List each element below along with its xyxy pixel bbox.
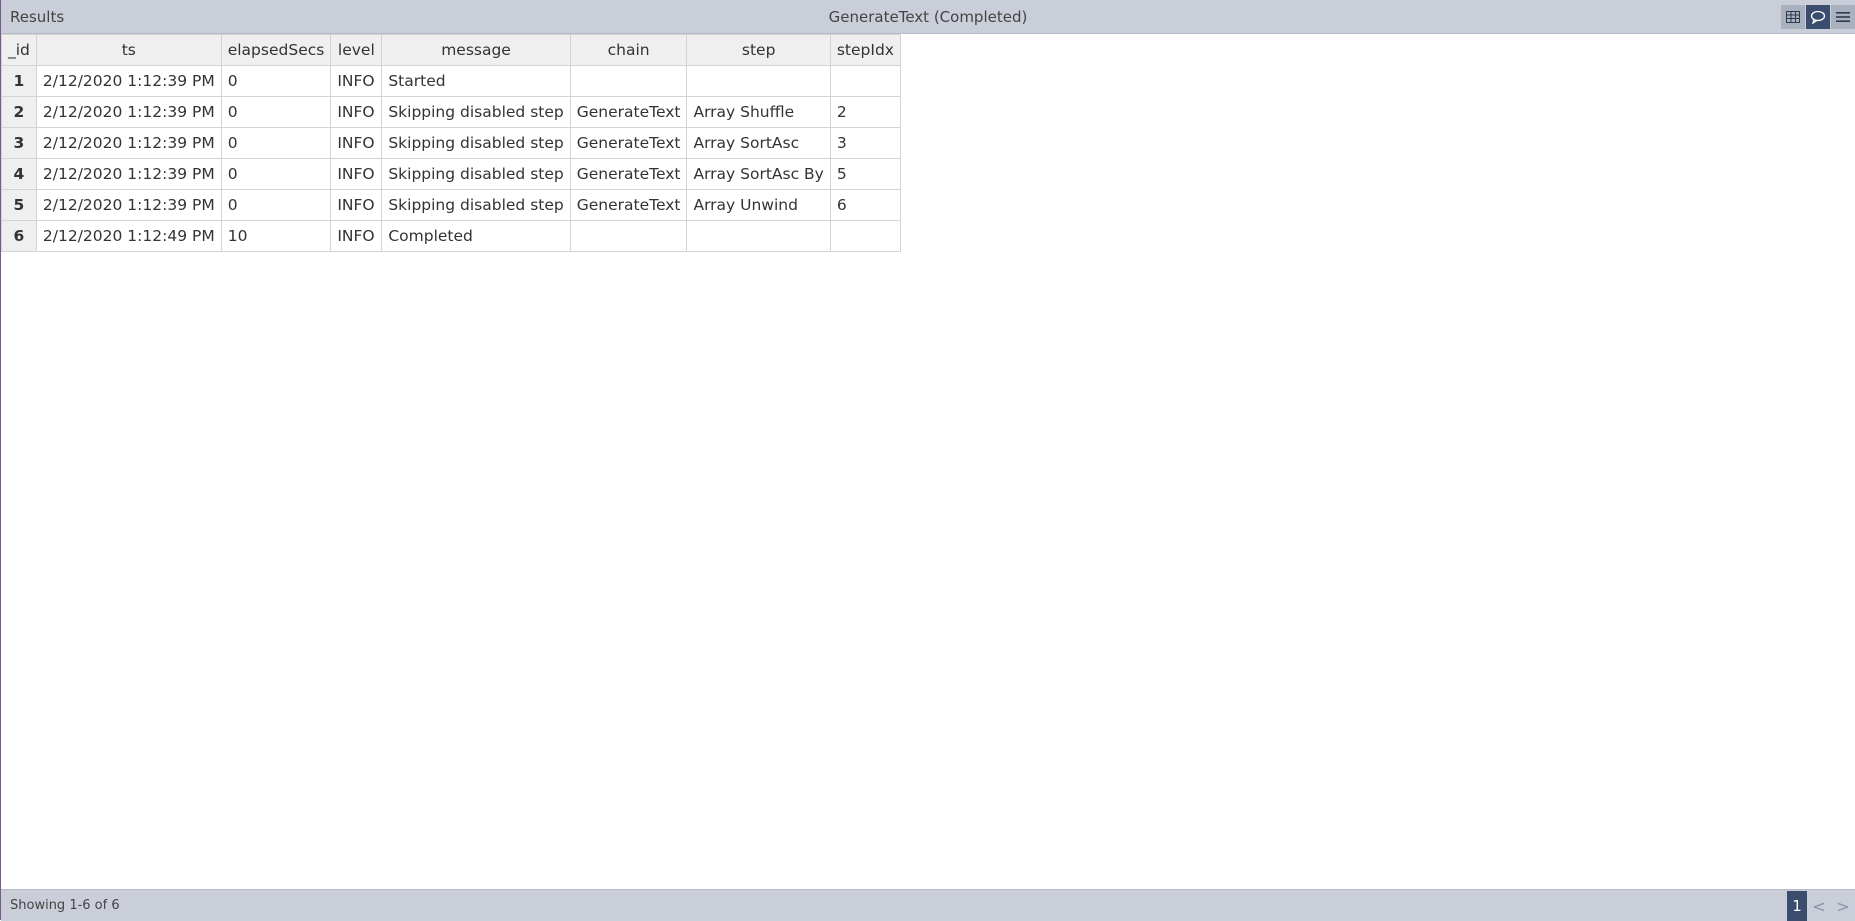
row-id-cell: 6 xyxy=(1,220,37,252)
row-id-cell: 2 xyxy=(1,96,37,128)
chain-cell xyxy=(569,65,688,97)
step-idx-cell xyxy=(829,65,901,97)
message-cell: Skipping disabled step xyxy=(381,158,571,190)
run-status-title: GenerateText (Completed) xyxy=(828,8,1028,26)
row-id-cell: 5 xyxy=(1,189,37,221)
column-header-level[interactable]: level xyxy=(330,34,383,66)
ts-cell: 2/12/2020 1:12:39 PM xyxy=(35,96,222,128)
level-cell: INFO xyxy=(330,65,383,97)
step-idx-cell: 3 xyxy=(829,127,901,159)
pagination: 1 < > xyxy=(1787,891,1855,921)
row-count-status: Showing 1-6 of 6 xyxy=(10,898,120,913)
message-cell: Started xyxy=(381,65,571,97)
chat-bubble-icon[interactable] xyxy=(1806,5,1830,29)
ts-cell: 2/12/2020 1:12:39 PM xyxy=(35,189,222,221)
column-header-step-idx[interactable]: stepIdx xyxy=(829,34,901,66)
table-row[interactable]: 6 2/12/2020 1:12:49 PM 10 INFO Completed xyxy=(1,220,901,252)
step-cell xyxy=(686,220,831,252)
chain-cell: GenerateText xyxy=(569,127,688,159)
view-toggle-group xyxy=(1780,5,1855,29)
column-header-message[interactable]: message xyxy=(381,34,571,66)
table-view-icon[interactable] xyxy=(1781,5,1805,29)
elapsed-secs-cell: 0 xyxy=(220,158,332,190)
status-bar: Showing 1-6 of 6 1 < > xyxy=(1,889,1855,921)
message-cell: Skipping disabled step xyxy=(381,189,571,221)
step-cell: Array Shuffle xyxy=(686,96,831,128)
results-table: _id ts elapsedSecs level message chain s… xyxy=(1,34,901,252)
elapsed-secs-cell: 0 xyxy=(220,65,332,97)
step-idx-cell: 2 xyxy=(829,96,901,128)
chain-cell xyxy=(569,220,688,252)
step-idx-cell: 6 xyxy=(829,189,901,221)
message-cell: Skipping disabled step xyxy=(381,96,571,128)
table-row[interactable]: 2 2/12/2020 1:12:39 PM 0 INFO Skipping d… xyxy=(1,96,901,128)
page-button-current[interactable]: 1 xyxy=(1787,891,1807,921)
column-header-elapsed-secs[interactable]: elapsedSecs xyxy=(220,34,332,66)
column-header-step[interactable]: step xyxy=(686,34,831,66)
step-cell: Array SortAsc xyxy=(686,127,831,159)
table-row[interactable]: 5 2/12/2020 1:12:39 PM 0 INFO Skipping d… xyxy=(1,189,901,221)
level-cell: INFO xyxy=(330,96,383,128)
chain-cell: GenerateText xyxy=(569,96,688,128)
elapsed-secs-cell: 0 xyxy=(220,127,332,159)
column-header-id[interactable]: _id xyxy=(1,34,37,66)
message-cell: Completed xyxy=(381,220,571,252)
elapsed-secs-cell: 0 xyxy=(220,96,332,128)
column-header-chain[interactable]: chain xyxy=(569,34,688,66)
level-cell: INFO xyxy=(330,220,383,252)
chain-cell: GenerateText xyxy=(569,189,688,221)
ts-cell: 2/12/2020 1:12:49 PM xyxy=(35,220,222,252)
table-row[interactable]: 1 2/12/2020 1:12:39 PM 0 INFO Started xyxy=(1,65,901,97)
ts-cell: 2/12/2020 1:12:39 PM xyxy=(35,65,222,97)
table-header-row: _id ts elapsedSecs level message chain s… xyxy=(1,34,901,66)
step-cell: Array SortAsc By xyxy=(686,158,831,190)
elapsed-secs-cell: 10 xyxy=(220,220,332,252)
row-id-cell: 1 xyxy=(1,65,37,97)
level-cell: INFO xyxy=(330,127,383,159)
step-idx-cell: 5 xyxy=(829,158,901,190)
row-id-cell: 3 xyxy=(1,127,37,159)
step-cell: Array Unwind xyxy=(686,189,831,221)
ts-cell: 2/12/2020 1:12:39 PM xyxy=(35,158,222,190)
table-row[interactable]: 3 2/12/2020 1:12:39 PM 0 INFO Skipping d… xyxy=(1,127,901,159)
level-cell: INFO xyxy=(330,158,383,190)
title-bar: Results GenerateText (Completed) xyxy=(1,0,1855,34)
chain-cell: GenerateText xyxy=(569,158,688,190)
step-idx-cell xyxy=(829,220,901,252)
step-cell xyxy=(686,65,831,97)
level-cell: INFO xyxy=(330,189,383,221)
prev-page-button[interactable]: < xyxy=(1807,891,1831,921)
elapsed-secs-cell: 0 xyxy=(220,189,332,221)
message-cell: Skipping disabled step xyxy=(381,127,571,159)
ts-cell: 2/12/2020 1:12:39 PM xyxy=(35,127,222,159)
next-page-button[interactable]: > xyxy=(1831,891,1855,921)
table-row[interactable]: 4 2/12/2020 1:12:39 PM 0 INFO Skipping d… xyxy=(1,158,901,190)
column-header-ts[interactable]: ts xyxy=(35,34,222,66)
menu-icon[interactable] xyxy=(1831,5,1855,29)
row-id-cell: 4 xyxy=(1,158,37,190)
